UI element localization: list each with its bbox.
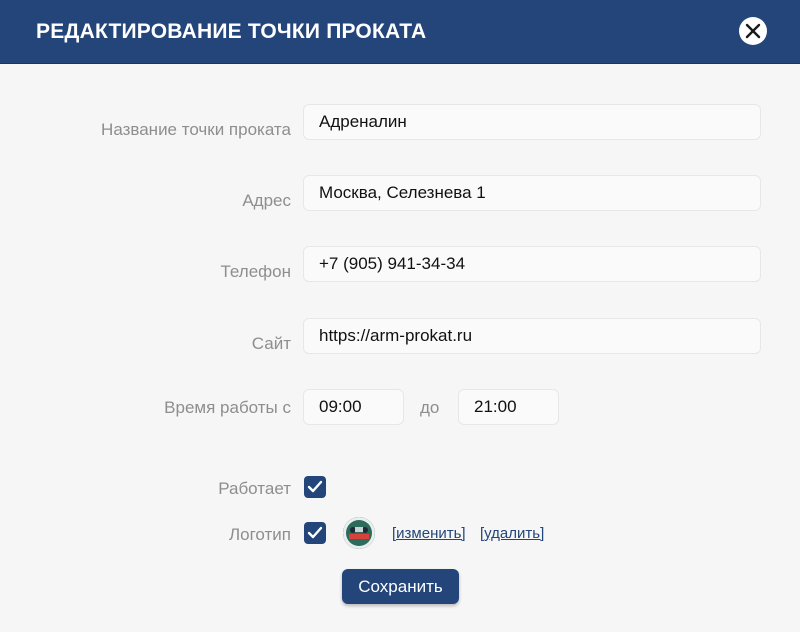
checkmark-icon	[307, 526, 323, 539]
name-input[interactable]	[303, 104, 761, 140]
hours-label: Время работы с	[164, 398, 291, 417]
change-logo-link[interactable]: [изменить]	[392, 525, 466, 542]
working-checkbox[interactable]	[304, 476, 326, 498]
logo-checkbox[interactable]	[304, 522, 326, 544]
dialog-header: РЕДАКТИРОВАНИЕ ТОЧКИ ПРОКАТА	[0, 0, 800, 64]
edit-rental-point-dialog: РЕДАКТИРОВАНИЕ ТОЧКИ ПРОКАТА Название то…	[0, 0, 800, 632]
close-button[interactable]	[739, 17, 767, 45]
logo-image	[343, 517, 375, 549]
phone-input[interactable]	[303, 246, 761, 282]
dialog-title: РЕДАКТИРОВАНИЕ ТОЧКИ ПРОКАТА	[36, 20, 427, 43]
address-label: Адрес	[242, 191, 291, 210]
save-button[interactable]: Сохранить	[342, 569, 459, 604]
working-label: Работает	[218, 479, 291, 498]
phone-label: Телефон	[220, 262, 291, 281]
hours-to-label: до	[420, 398, 440, 417]
site-label: Сайт	[251, 334, 291, 353]
site-input[interactable]	[303, 318, 761, 354]
close-icon	[745, 23, 761, 39]
delete-logo-link[interactable]: [удалить]	[480, 525, 544, 542]
hours-to-input[interactable]	[458, 389, 559, 425]
checkmark-icon	[307, 480, 323, 493]
logo-label: Логотип	[228, 525, 291, 544]
hours-from-input[interactable]	[303, 389, 404, 425]
name-label: Название точки проката	[101, 120, 291, 139]
address-input[interactable]	[303, 175, 761, 211]
